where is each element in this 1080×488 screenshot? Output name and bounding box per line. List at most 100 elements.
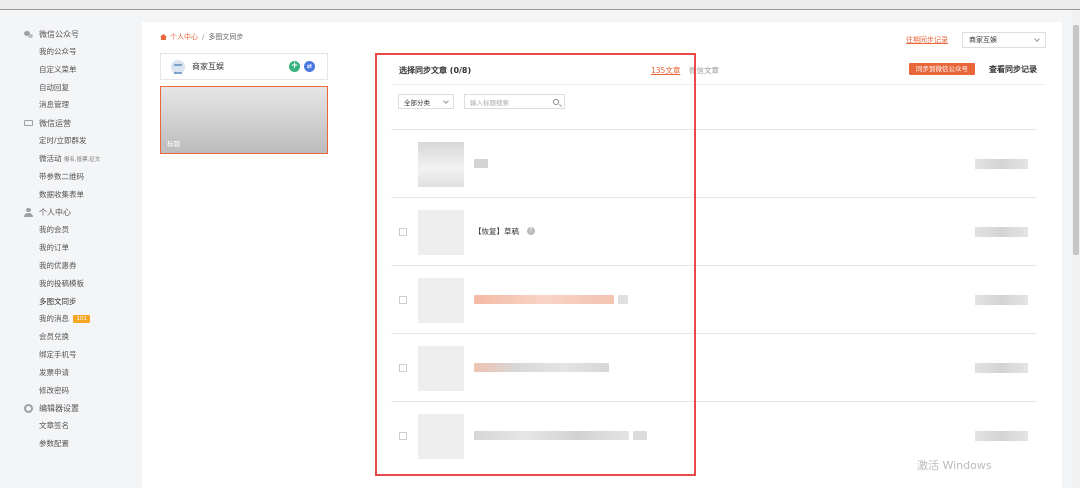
- category-select[interactable]: 全部分类: [398, 94, 454, 109]
- sidebar-item-my-templates[interactable]: 我的投稿模板: [26, 275, 142, 293]
- sidebar-item-label: 我的消息: [39, 314, 69, 324]
- article-title: [474, 362, 613, 372]
- sidebar-section-title: 微信运营: [39, 118, 71, 128]
- sidebar-section-operations: 微信运营: [24, 114, 142, 132]
- sidebar-item-custom-menu[interactable]: 自定义菜单: [26, 61, 142, 79]
- sidebar-item-param-config[interactable]: 参数配置: [26, 435, 142, 453]
- row-checkbox[interactable]: [399, 432, 407, 440]
- account-actions: + ⇄: [285, 61, 315, 72]
- article-thumbnail: [418, 142, 464, 187]
- sidebar-item-my-orders[interactable]: 我的订单: [26, 239, 142, 257]
- blurred-date: [975, 159, 1028, 169]
- article-title: 【恢复】草稿 ?: [474, 226, 535, 236]
- select-articles-title: 选择同步文章 (0/8): [399, 66, 472, 75]
- article-title: [474, 294, 632, 304]
- add-icon[interactable]: +: [289, 61, 300, 72]
- browser-top-bar: [0, 0, 1080, 10]
- sidebar-item-my-account[interactable]: 我的公众号: [26, 43, 142, 61]
- sidebar-item-auto-reply[interactable]: 自动回复: [26, 79, 142, 97]
- sidebar-item-bind-phone[interactable]: 绑定手机号: [26, 346, 142, 364]
- sidebar-item-multi-sync[interactable]: 多图文同步: [26, 293, 142, 311]
- tab-135-articles[interactable]: 135文章: [651, 65, 680, 76]
- tab-wechat-articles[interactable]: 微信文章: [689, 65, 719, 76]
- row-checkbox[interactable]: [399, 228, 407, 236]
- sidebar-section-personal: 个人中心: [24, 203, 142, 221]
- sidebar-item-param-qrcode[interactable]: 带参数二维码: [26, 168, 142, 186]
- article-thumbnail: [418, 414, 464, 459]
- sidebar-section-title: 微信公众号: [39, 29, 79, 39]
- article-title: [474, 430, 651, 440]
- blurred-text: [474, 430, 629, 440]
- breadcrumb: 个人中心 / 多图文同步: [160, 32, 243, 42]
- account-name: 商家互娱: [192, 62, 224, 71]
- help-icon[interactable]: ?: [527, 227, 535, 235]
- sidebar-item-redeem[interactable]: 会员兑换: [26, 328, 142, 346]
- sidebar-item-invoice[interactable]: 发票申请: [26, 364, 142, 382]
- category-select-value: 全部分类: [404, 98, 430, 107]
- article-title: [474, 158, 492, 168]
- switch-icon[interactable]: ⇄: [304, 61, 315, 72]
- blurred-text: [474, 158, 488, 168]
- sidebar-item-signature[interactable]: 文章签名: [26, 417, 142, 435]
- account-logo-icon: [171, 59, 185, 74]
- sidebar-item-my-messages[interactable]: 我的消息 101: [26, 310, 142, 328]
- top-right-controls: 往期同步记录 商家互娱: [906, 32, 1046, 48]
- blurred-date: [975, 295, 1028, 305]
- scrollbar-thumb[interactable]: [1073, 25, 1079, 255]
- search-input[interactable]: 输入标题搜索: [464, 94, 565, 109]
- sidebar-item-broadcast[interactable]: 定时/立即群发: [26, 132, 142, 150]
- activate-windows-watermark: 激活 Windows: [917, 459, 992, 472]
- user-icon: [24, 207, 33, 217]
- sidebar-item-data-form[interactable]: 数据收集表单: [26, 186, 142, 204]
- sidebar-section-title: 个人中心: [39, 207, 71, 217]
- blurred-text: [633, 430, 647, 440]
- view-sync-records-button[interactable]: 查看同步记录: [989, 64, 1037, 75]
- sidebar-section-title: 编辑器设置: [39, 403, 79, 413]
- search-icon[interactable]: [553, 98, 559, 105]
- sidebar-item-my-coupons[interactable]: 我的优惠券: [26, 257, 142, 275]
- chevron-down-icon: [443, 97, 449, 104]
- preview-title: 标题: [167, 140, 180, 148]
- blurred-text: [474, 294, 614, 304]
- blurred-date: [975, 431, 1028, 441]
- article-preview-card[interactable]: 标题: [160, 86, 328, 154]
- main-panel: 个人中心 / 多图文同步 往期同步记录 商家互娱 商家互娱 + ⇄ 标题 选择同…: [142, 22, 1062, 488]
- home-icon: [160, 34, 167, 40]
- sidebar: 微信公众号 我的公众号 自定义菜单 自动回复 消息管理 微信运营 定时/立即群发…: [0, 11, 142, 488]
- sidebar-item-change-password[interactable]: 修改密码: [26, 382, 142, 400]
- sidebar-section-wechat: 微信公众号: [24, 25, 142, 43]
- article-title-text: 【恢复】草稿: [474, 226, 519, 236]
- blurred-text: [474, 362, 609, 372]
- account-card[interactable]: 商家互娱 + ⇄: [160, 53, 328, 80]
- card-icon: [24, 120, 33, 127]
- sidebar-item-messages-mgmt[interactable]: 消息管理: [26, 96, 142, 114]
- breadcrumb-separator: /: [202, 33, 205, 41]
- article-list-header: 选择同步文章 (0/8) 135文章 微信文章 同步到微信公众号 查看同步记录: [391, 57, 1045, 85]
- sidebar-item-micro-activity[interactable]: 微活动 报名,投票,征文: [26, 150, 142, 168]
- table-row[interactable]: [391, 265, 1037, 333]
- micro-activity-note: 报名,投票,征文: [63, 156, 101, 163]
- sidebar-item-my-membership[interactable]: 我的会员: [26, 221, 142, 239]
- scrollbar[interactable]: [1072, 11, 1080, 488]
- table-row[interactable]: 【恢复】草稿 ?: [391, 197, 1037, 265]
- messages-badge: 101: [73, 315, 90, 324]
- article-thumbnail: [418, 278, 464, 323]
- article-list: 【恢复】草稿 ?: [391, 129, 1037, 469]
- article-thumbnail: [418, 346, 464, 391]
- sync-to-wechat-button[interactable]: 同步到微信公众号: [909, 63, 975, 75]
- breadcrumb-home-link[interactable]: 个人中心: [170, 32, 198, 42]
- filter-row: 全部分类 输入标题搜索: [398, 94, 565, 109]
- account-select-value: 商家互娱: [969, 36, 997, 44]
- table-row[interactable]: [391, 129, 1037, 197]
- sidebar-item-label: 微活动: [39, 153, 62, 163]
- table-row[interactable]: [391, 333, 1037, 401]
- sync-history-link[interactable]: 往期同步记录: [906, 35, 948, 45]
- row-checkbox[interactable]: [399, 296, 407, 304]
- breadcrumb-current: 多图文同步: [208, 33, 244, 41]
- row-checkbox[interactable]: [399, 364, 407, 372]
- article-thumbnail: [418, 210, 464, 255]
- chat-icon: [24, 30, 33, 39]
- account-select[interactable]: 商家互娱: [962, 32, 1046, 48]
- blurred-date: [975, 227, 1028, 237]
- blurred-date: [975, 363, 1028, 373]
